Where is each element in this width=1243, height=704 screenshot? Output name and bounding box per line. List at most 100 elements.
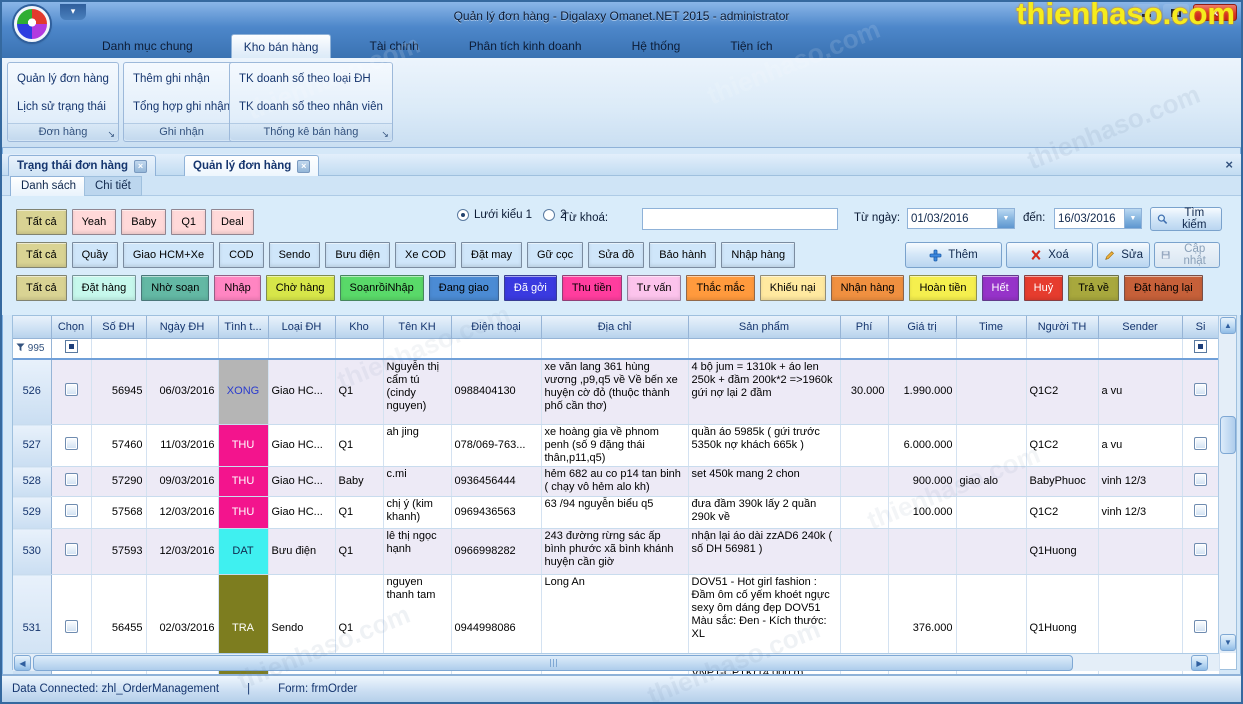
close-view-icon[interactable]: ×	[1225, 157, 1233, 172]
close-button[interactable]: ×	[1193, 4, 1237, 21]
vertical-scroll-thumb[interactable]	[1220, 416, 1236, 454]
row-checkbox[interactable]	[65, 383, 78, 396]
ribbon-tab[interactable]: Hệ thống	[620, 34, 693, 58]
ribbon-tab[interactable]: Kho bán hàng	[231, 34, 332, 58]
scroll-right-icon[interactable]: ▶	[1191, 655, 1208, 671]
scroll-down-icon[interactable]: ▼	[1220, 634, 1236, 651]
search-button[interactable]: Tìm kiếm	[1150, 207, 1222, 231]
filter-button[interactable]: Giao HCM+Xe	[123, 242, 214, 268]
column-header[interactable]: Giá trị	[888, 316, 956, 338]
column-header[interactable]: Số ĐH	[91, 316, 146, 338]
row-si-checkbox[interactable]	[1194, 543, 1207, 556]
filter-button[interactable]: Đang giao	[429, 275, 499, 301]
row-checkbox[interactable]	[65, 504, 78, 517]
update-button[interactable]: Cập nhật	[1154, 242, 1220, 268]
scroll-up-icon[interactable]: ▲	[1220, 317, 1236, 334]
filter-button[interactable]: Bảo hành	[649, 242, 716, 268]
column-header[interactable]: Địa chỉ	[541, 316, 688, 338]
column-header[interactable]: Time	[956, 316, 1026, 338]
order-row[interactable]: 527 57460 11/03/2016 THU Giao HC... Q1 a…	[13, 425, 1219, 467]
filter-button[interactable]: Baby	[121, 209, 166, 235]
column-header[interactable]: Kho	[335, 316, 383, 338]
ribbon-command[interactable]: TK doanh số theo nhân viên	[230, 93, 392, 121]
tab-close-icon[interactable]: ×	[297, 160, 310, 173]
filter-button[interactable]: Nhờ soạn	[141, 275, 209, 301]
tab-quan-ly-don-hang[interactable]: Quản lý đơn hàng ×	[184, 155, 319, 176]
filter-button[interactable]: Sửa đồ	[588, 242, 644, 268]
filter-button[interactable]: Xe COD	[395, 242, 456, 268]
vertical-scrollbar[interactable]: ▲ ▼	[1218, 316, 1236, 653]
scroll-left-icon[interactable]: ◀	[14, 655, 31, 671]
select-all-checkbox[interactable]	[65, 340, 78, 353]
column-header[interactable]: Ngày ĐH	[146, 316, 218, 338]
ribbon-tab[interactable]: Danh mục chung	[90, 34, 205, 58]
row-si-checkbox[interactable]	[1194, 437, 1207, 450]
row-checkbox[interactable]	[65, 473, 78, 486]
filter-button[interactable]: Gữ cọc	[527, 242, 583, 268]
keyword-input[interactable]	[642, 208, 838, 230]
ribbon-command[interactable]: Thêm ghi nhận	[124, 65, 239, 93]
filter-button[interactable]: Đã gởi	[504, 275, 557, 301]
ribbon-command[interactable]: Lịch sử trạng thái	[8, 93, 118, 121]
horizontal-scroll-thumb[interactable]	[33, 655, 1073, 671]
column-header[interactable]: Tên KH	[383, 316, 451, 338]
calendar-dropdown-icon[interactable]: ▼	[1124, 209, 1141, 228]
to-date-picker[interactable]: ▼	[1054, 208, 1142, 229]
row-checkbox[interactable]	[65, 437, 78, 450]
column-header[interactable]	[13, 316, 51, 338]
minimize-button[interactable]	[1133, 4, 1159, 21]
filter-button[interactable]: COD	[219, 242, 263, 268]
row-si-checkbox[interactable]	[1194, 473, 1207, 486]
filter-button[interactable]: Quầy	[72, 242, 118, 268]
filter-button[interactable]: Tất cả	[16, 209, 67, 235]
column-header[interactable]: Sender	[1098, 316, 1182, 338]
column-header[interactable]: Chọn	[51, 316, 91, 338]
tab-danh-sach[interactable]: Danh sách	[10, 176, 87, 196]
column-header[interactable]: Loại ĐH	[268, 316, 335, 338]
delete-button[interactable]: Xoá	[1006, 242, 1093, 268]
tab-chi-tiet[interactable]: Chi tiết	[84, 176, 142, 196]
tab-trang-thai-don-hang[interactable]: Trạng thái đơn hàng ×	[8, 155, 156, 176]
filter-icon[interactable]	[16, 343, 25, 352]
row-si-checkbox[interactable]	[1194, 620, 1207, 633]
add-button[interactable]: Thêm	[905, 242, 1002, 268]
horizontal-scrollbar[interactable]: ◀ ▶	[13, 653, 1219, 671]
column-header[interactable]: Người TH	[1026, 316, 1098, 338]
column-header[interactable]: Tình t...	[218, 316, 268, 338]
filter-button[interactable]: Bưu điện	[325, 242, 390, 268]
radio-grid-style-2[interactable]	[543, 209, 555, 221]
filter-button[interactable]: Nhập	[214, 275, 260, 301]
filter-button[interactable]: Đặt may	[461, 242, 522, 268]
filter-button[interactable]: Tất cả	[16, 275, 67, 301]
row-si-checkbox[interactable]	[1194, 504, 1207, 517]
ribbon-tab[interactable]: Phân tích kinh doanh	[457, 34, 594, 58]
filter-button[interactable]: Khiếu nại	[760, 275, 826, 301]
order-row[interactable]: 530 57593 12/03/2016 DAT Bưu điện Q1 lê …	[13, 529, 1219, 575]
calendar-dropdown-icon[interactable]: ▼	[997, 209, 1014, 228]
filter-button[interactable]: Nhận hàng	[831, 275, 905, 301]
filter-button[interactable]: Sendo	[269, 242, 321, 268]
ribbon-tab[interactable]: Tài chính	[357, 34, 430, 58]
app-logo-icon[interactable]	[14, 6, 50, 42]
dialog-launcher-icon[interactable]: ↘	[381, 126, 389, 143]
column-header[interactable]: Si	[1182, 316, 1219, 338]
dialog-launcher-icon[interactable]: ↘	[107, 126, 115, 143]
row-checkbox[interactable]	[65, 620, 78, 633]
row-si-checkbox[interactable]	[1194, 383, 1207, 396]
ribbon-command[interactable]: Quản lý đơn hàng	[8, 65, 118, 93]
order-row[interactable]: 526 56945 06/03/2016 XONG Giao HC... Q1 …	[13, 359, 1219, 425]
from-date-picker[interactable]: ▼	[907, 208, 1015, 229]
tab-close-icon[interactable]: ×	[134, 160, 147, 173]
filter-button[interactable]: Huỷ	[1024, 275, 1064, 301]
column-header[interactable]: Điện thoại	[451, 316, 541, 338]
filter-button[interactable]: Đặt hàng lại	[1124, 275, 1203, 301]
filter-button[interactable]: Nhập hàng	[721, 242, 795, 268]
filter-button[interactable]: Chờ hàng	[266, 275, 335, 301]
edit-button[interactable]: Sửa	[1097, 242, 1150, 268]
filter-button[interactable]: Hết	[982, 275, 1019, 301]
radio-grid-style-1[interactable]	[457, 209, 469, 221]
filter-button[interactable]: Deal	[211, 209, 254, 235]
filter-button[interactable]: Thu tiền	[562, 275, 622, 301]
column-header[interactable]: Phí	[840, 316, 888, 338]
order-row[interactable]: 529 57568 12/03/2016 THU Giao HC... Q1 c…	[13, 497, 1219, 529]
